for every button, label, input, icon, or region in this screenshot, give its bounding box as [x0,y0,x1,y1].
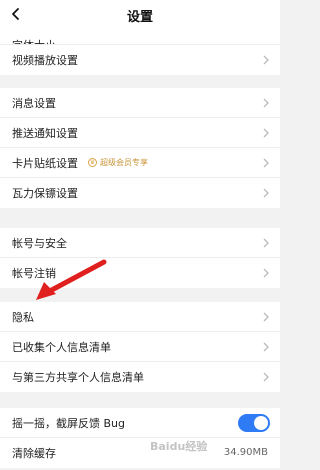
card-sticker-settings-row[interactable]: 卡片贴纸设置 ♛ 超级会员专享 [0,148,280,178]
vip-badge-label: 超级会员专享 [100,158,148,167]
chevron-right-icon [263,98,269,108]
row-label: 字体大小 [12,37,56,44]
message-settings-row[interactable]: 消息设置 [0,88,280,118]
chevron-right-icon [263,238,269,248]
privacy-row[interactable]: 隐私 [0,302,280,332]
settings-group-display: 字体大小 视频播放设置 [0,28,280,75]
row-label: 消息设置 [12,96,56,110]
row-label: 摇一摇，截屏反馈 Bug [12,416,125,430]
settings-group-misc: 摇一摇，截屏反馈 Bug 清除缓存 34.90MB [0,408,280,468]
font-size-row[interactable]: 字体大小 [0,28,280,45]
collected-info-list-row[interactable]: 已收集个人信息清单 [0,332,280,362]
chevron-right-icon [263,188,269,198]
watermark: Baidu经验 [150,440,208,453]
page-title: 设置 [126,10,153,25]
chevron-right-icon [263,158,269,168]
row-label: 帐号与安全 [12,236,67,250]
guardian-settings-row[interactable]: 瓦力保镖设置 [0,178,280,208]
settings-group-notifications: 消息设置 推送通知设置 卡片贴纸设置 ♛ 超级会员专享 瓦力保镖设置 [0,88,280,208]
header-bar: 设置 [0,0,280,28]
row-label: 推送通知设置 [12,126,78,140]
row-label: 隐私 [12,310,34,324]
chevron-right-icon [263,268,269,278]
third-party-sharing-list-row[interactable]: 与第三方共享个人信息清单 [0,362,280,392]
chevron-right-icon [263,312,269,322]
chevron-right-icon [263,128,269,138]
shake-feedback-toggle[interactable] [238,414,270,432]
shake-feedback-row: 摇一摇，截屏反馈 Bug [0,408,280,438]
push-notification-settings-row[interactable]: 推送通知设置 [0,118,280,148]
account-deletion-row[interactable]: 帐号注销 [0,258,280,288]
row-label: 与第三方共享个人信息清单 [12,371,144,384]
row-label: 卡片贴纸设置 [12,156,78,170]
vip-badge: ♛ 超级会员专享 [88,157,148,168]
settings-group-account: 帐号与安全 帐号注销 [0,228,280,288]
clear-cache-row[interactable]: 清除缓存 34.90MB [0,438,280,468]
row-label: 瓦力保镖设置 [12,187,78,200]
row-label: 视频播放设置 [12,54,78,67]
crown-icon: ♛ [88,158,97,167]
row-label: 帐号注销 [12,267,56,280]
row-label: 已收集个人信息清单 [12,340,111,354]
video-playback-settings-row[interactable]: 视频播放设置 [0,45,280,75]
toggle-knob [254,416,268,430]
settings-group-privacy: 隐私 已收集个人信息清单 与第三方共享个人信息清单 [0,302,280,392]
row-label: 清除缓存 [12,447,56,460]
cache-size-value: 34.90MB [223,447,268,458]
chevron-right-icon [263,342,269,352]
account-security-row[interactable]: 帐号与安全 [0,228,280,258]
chevron-right-icon [263,55,269,65]
chevron-right-icon [263,372,269,382]
